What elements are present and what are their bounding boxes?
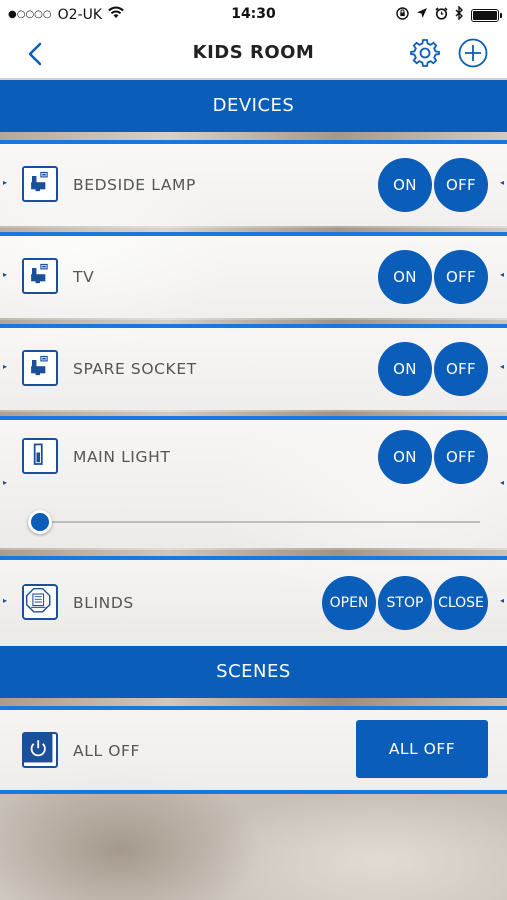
device-label: BLINDS [73,594,134,612]
all-off-button[interactable]: ALL OFF [356,720,488,778]
row-right-arrow-icon: ◂ [499,362,504,371]
scene-row-all-off: ALL OFF ALL OFF [0,706,507,794]
socket-icon [22,258,58,294]
stop-button[interactable]: STOP [378,576,432,630]
dimmer-slider-thumb[interactable] [28,510,52,534]
device-row-blinds: ▸ BLINDS OPEN STOP CLOSE ◂ [0,556,507,646]
off-button[interactable]: OFF [434,158,488,212]
close-button[interactable]: CLOSE [434,576,488,630]
section-header-scenes: SCENES [0,646,507,698]
power-icon [22,732,58,768]
device-row-spare-socket: ▸ SPARE SOCKET ON OFF ◂ [0,324,507,412]
row-right-arrow-icon: ◂ [499,478,504,487]
dimmer-slider-track[interactable] [40,521,480,523]
location-arrow-icon [416,7,428,23]
off-button[interactable]: OFF [434,342,488,396]
rotation-lock-icon [396,6,409,24]
open-button[interactable]: OPEN [322,576,376,630]
bluetooth-icon [455,5,464,24]
off-button[interactable]: OFF [434,250,488,304]
device-row-bedside-lamp: ▸ BEDSIDE LAMP ON OFF ◂ [0,140,507,228]
socket-icon [22,166,58,202]
on-button[interactable]: ON [378,430,432,484]
device-row-tv: ▸ TV ON OFF ◂ [0,232,507,320]
row-left-arrow-icon: ▸ [3,270,8,279]
blinds-controller-icon [22,584,58,620]
device-row-main-light: ▸ MAIN LIGHT ON OFF ◂ [0,416,507,550]
row-divider [0,698,507,706]
device-label: MAIN LIGHT [73,448,171,466]
status-right [396,5,502,24]
status-bar: ●○○○○ O2-UK 14:30 [0,0,507,30]
row-divider [0,548,507,556]
navigation-bar: KIDS ROOM [0,30,507,78]
on-button[interactable]: ON [378,158,432,212]
on-button[interactable]: ON [378,250,432,304]
device-label: SPARE SOCKET [73,360,197,378]
on-button[interactable]: ON [378,342,432,396]
socket-icon [22,350,58,386]
row-left-arrow-icon: ▸ [3,178,8,187]
row-left-arrow-icon: ▸ [3,478,8,487]
scene-label: ALL OFF [73,742,141,760]
row-divider [0,132,507,140]
row-left-arrow-icon: ▸ [3,362,8,371]
add-plus-icon[interactable] [457,37,489,69]
battery-icon [471,8,502,22]
section-header-devices: DEVICES [0,80,507,132]
device-label: BEDSIDE LAMP [73,176,196,194]
row-right-arrow-icon: ◂ [499,270,504,279]
off-button[interactable]: OFF [434,430,488,484]
row-left-arrow-icon: ▸ [3,596,8,605]
row-right-arrow-icon: ◂ [499,178,504,187]
device-label: TV [73,268,95,286]
settings-gear-icon[interactable] [410,38,440,68]
row-right-arrow-icon: ◂ [499,596,504,605]
alarm-clock-icon [435,6,448,24]
light-switch-icon [22,438,58,474]
